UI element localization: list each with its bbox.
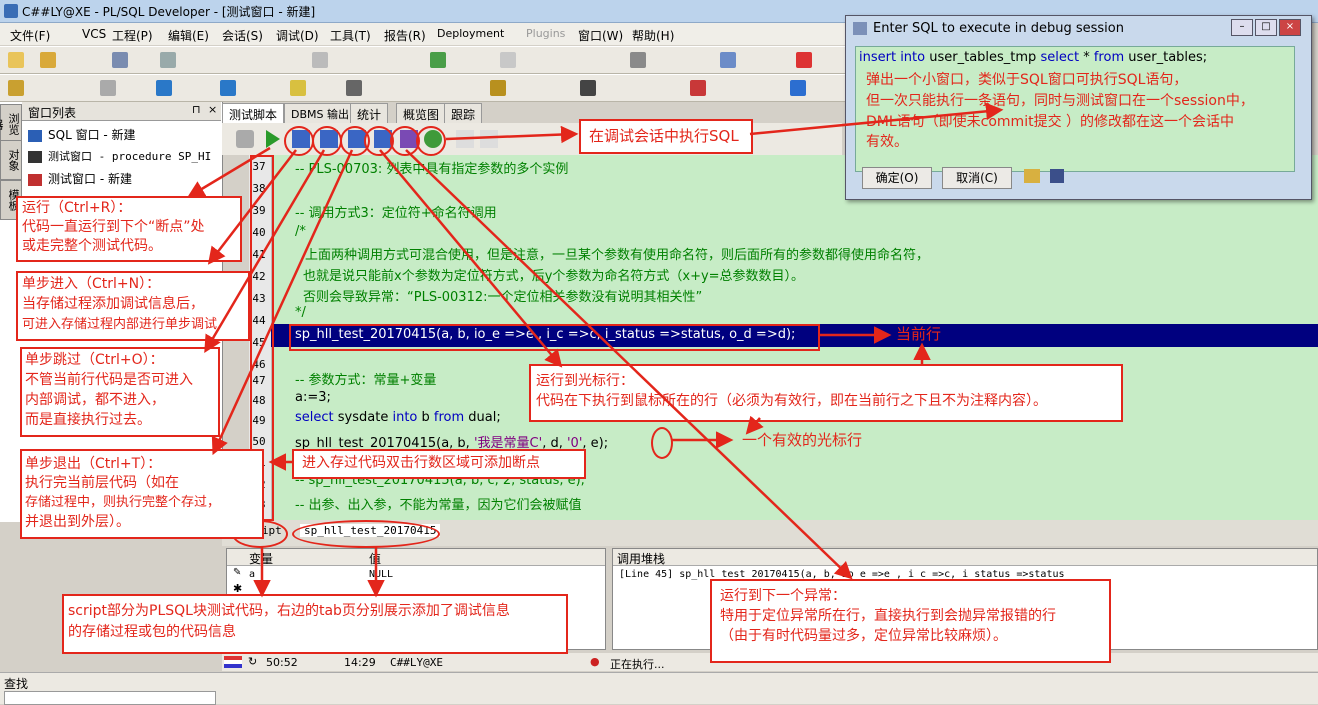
exec-sql-arrow <box>445 125 579 144</box>
step-into-arrow <box>207 149 297 265</box>
run-to-cursor-arrow <box>379 149 563 368</box>
run-arrow <box>186 146 271 198</box>
dialog-arrow <box>749 102 1004 136</box>
annotation-arrows <box>186 102 1004 598</box>
next-exception-arrow <box>405 149 853 580</box>
cursor-pointer-arrow <box>745 415 764 435</box>
